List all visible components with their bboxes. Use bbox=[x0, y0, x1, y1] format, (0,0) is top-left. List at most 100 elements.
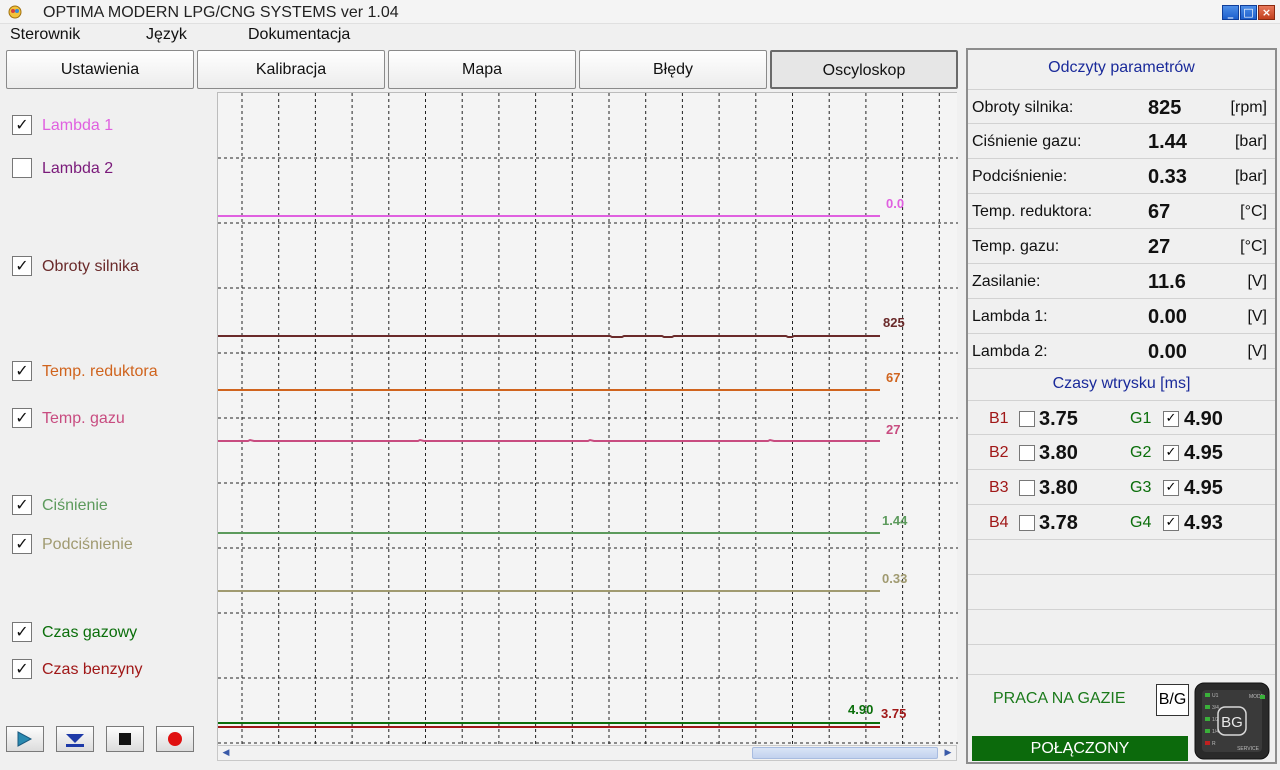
legend-label: Temp. gazu bbox=[42, 410, 125, 427]
gas-injector-value: 4.95 bbox=[1184, 477, 1223, 499]
tab-mapa[interactable]: Mapa bbox=[388, 50, 576, 89]
download-button[interactable] bbox=[56, 726, 94, 752]
tab-kalibracja[interactable]: Kalibracja bbox=[197, 50, 385, 89]
controller-switch-icon: U13/41/21/4R BG MODE SERVICE bbox=[1194, 682, 1270, 760]
device-led-label: R bbox=[1212, 741, 1216, 747]
close-button[interactable]: × bbox=[1258, 5, 1275, 20]
legend-label: Obroty silnika bbox=[42, 258, 139, 275]
petrol-injector-value: 3.75 bbox=[1039, 408, 1078, 430]
minimize-button[interactable]: _ bbox=[1222, 5, 1239, 20]
legend-label: Temp. reduktora bbox=[42, 363, 158, 380]
gas-injector-checkbox[interactable]: ✓ bbox=[1163, 411, 1179, 427]
param-value: 67 bbox=[1148, 201, 1171, 223]
params-title: Odczyty parametrów bbox=[1048, 59, 1195, 76]
play-icon bbox=[17, 731, 33, 747]
device-led-label: U1 bbox=[1212, 693, 1219, 699]
trace-legend: ✓ Lambda 1 Lambda 2 ✓ Obroty silnika ✓ T… bbox=[6, 92, 216, 762]
menu-dokumentacja[interactable]: Dokumentacja bbox=[248, 26, 350, 44]
maximize-button[interactable]: □ bbox=[1240, 5, 1257, 20]
param-value: 11.6 bbox=[1148, 271, 1186, 293]
injection-title: Czasy wtrysku [ms] bbox=[1052, 375, 1191, 392]
param-unit: [V] bbox=[1247, 308, 1267, 325]
tab-bledy[interactable]: Błędy bbox=[579, 50, 767, 89]
injector-row: B3 3.80 G3 ✓ 4.95 bbox=[968, 470, 1275, 505]
trace-value-label: 27 bbox=[886, 422, 900, 437]
legend-label: Lambda 1 bbox=[42, 117, 114, 134]
param-row: Temp. gazu: 27 [°C] bbox=[968, 229, 1275, 264]
param-label: Temp. reduktora: bbox=[972, 203, 1093, 220]
tab-oscyloskop[interactable]: Oscyloskop bbox=[770, 50, 958, 89]
legend-label: Czas benzyny bbox=[42, 661, 143, 678]
stop-button[interactable] bbox=[106, 726, 144, 752]
param-label: Podciśnienie: bbox=[972, 168, 1068, 185]
lambda-1-checkbox[interactable]: ✓ bbox=[12, 115, 32, 135]
record-button[interactable] bbox=[156, 726, 194, 752]
gas-injector-name: G4 bbox=[1130, 514, 1152, 531]
title-bar: OPTIMA MODERN LPG/CNG SYSTEMS ver 1.04 _… bbox=[0, 0, 1280, 24]
podcisnienie-checkbox[interactable]: ✓ bbox=[12, 534, 32, 554]
tab-bar: Ustawienia Kalibracja Mapa Błędy Oscylos… bbox=[6, 50, 961, 90]
param-label: Zasilanie: bbox=[972, 273, 1041, 290]
device-led-label: 3/4 bbox=[1212, 705, 1219, 711]
trace-value-label: 4.90 bbox=[848, 702, 873, 717]
obroty-silnika-checkbox[interactable]: ✓ bbox=[12, 256, 32, 276]
connection-status: POŁĄCZONY bbox=[972, 736, 1188, 761]
gas-injector-checkbox[interactable]: ✓ bbox=[1163, 515, 1179, 531]
legend-label: Lambda 2 bbox=[42, 160, 114, 177]
status-text: PRACA NA GAZIE bbox=[993, 690, 1126, 707]
injector-row: B2 3.80 G2 ✓ 4.95 bbox=[968, 435, 1275, 470]
param-row: Podciśnienie: 0.33 [bar] bbox=[968, 159, 1275, 194]
injector-row: B4 3.78 G4 ✓ 4.93 bbox=[968, 505, 1275, 540]
temp-gazu-checkbox[interactable]: ✓ bbox=[12, 408, 32, 428]
gas-injector-checkbox[interactable]: ✓ bbox=[1163, 445, 1179, 461]
scroll-right-icon[interactable]: ▶ bbox=[940, 746, 956, 760]
oscilloscope-labels: 0.0 825 67 27 1.44 0.33 4.90 3.75 bbox=[848, 196, 908, 721]
param-value: 0.00 bbox=[1148, 341, 1187, 363]
empty-row bbox=[968, 540, 1275, 575]
param-row: Temp. reduktora: 67 [°C] bbox=[968, 194, 1275, 229]
param-unit: [bar] bbox=[1234, 133, 1267, 150]
scroll-left-icon[interactable]: ◀ bbox=[218, 746, 234, 760]
czas-benzyny-checkbox[interactable]: ✓ bbox=[12, 659, 32, 679]
menu-jezyk[interactable]: Język bbox=[146, 26, 187, 44]
lambda-2-checkbox[interactable] bbox=[12, 158, 32, 178]
trace-line bbox=[218, 438, 880, 442]
download-icon bbox=[66, 734, 84, 747]
trace-value-label: 3.75 bbox=[881, 706, 906, 721]
horizontal-scrollbar[interactable]: ◀ ▶ bbox=[217, 745, 957, 761]
trace-value-label: 0.0 bbox=[886, 196, 904, 211]
empty-row bbox=[968, 575, 1275, 610]
param-unit: [°C] bbox=[1240, 238, 1267, 255]
cisnienie-checkbox[interactable]: ✓ bbox=[12, 495, 32, 515]
czas-gazowy-checkbox[interactable]: ✓ bbox=[12, 622, 32, 642]
param-unit: [V] bbox=[1247, 343, 1267, 360]
scroll-thumb[interactable] bbox=[752, 747, 938, 759]
bg-toggle-button[interactable]: B/G bbox=[1156, 684, 1189, 716]
gas-injector-checkbox[interactable]: ✓ bbox=[1163, 480, 1179, 496]
param-value: 0.33 bbox=[1148, 166, 1187, 188]
legend-label: Czas gazowy bbox=[42, 624, 138, 641]
petrol-injector-value: 3.80 bbox=[1039, 442, 1078, 464]
param-label: Lambda 2: bbox=[972, 343, 1048, 360]
injector-row: B1 3.75 G1 ✓ 4.90 bbox=[968, 400, 1275, 435]
temp-reduktora-checkbox[interactable]: ✓ bbox=[12, 361, 32, 381]
param-label: Temp. gazu: bbox=[972, 238, 1060, 255]
petrol-injector-value: 3.78 bbox=[1039, 512, 1078, 534]
petrol-injector-checkbox[interactable] bbox=[1019, 445, 1035, 461]
play-button[interactable] bbox=[6, 726, 44, 752]
param-unit: [rpm] bbox=[1230, 99, 1267, 116]
menu-sterownik[interactable]: Sterownik bbox=[10, 26, 80, 44]
trace-line bbox=[218, 335, 880, 338]
trace-value-label: 67 bbox=[886, 370, 900, 385]
tab-ustawienia[interactable]: Ustawienia bbox=[6, 50, 194, 89]
petrol-injector-checkbox[interactable] bbox=[1019, 411, 1035, 427]
param-value: 1.44 bbox=[1148, 131, 1187, 153]
petrol-injector-checkbox[interactable] bbox=[1019, 480, 1035, 496]
device-service-label: SERVICE bbox=[1237, 746, 1260, 752]
trace-value-label: 825 bbox=[883, 315, 905, 330]
param-unit: [V] bbox=[1247, 273, 1267, 290]
petrol-injector-checkbox[interactable] bbox=[1019, 515, 1035, 531]
legend-label: Ciśnienie bbox=[42, 497, 108, 514]
gas-injector-name: G3 bbox=[1130, 479, 1152, 496]
trace-value-label: 1.44 bbox=[882, 513, 908, 528]
